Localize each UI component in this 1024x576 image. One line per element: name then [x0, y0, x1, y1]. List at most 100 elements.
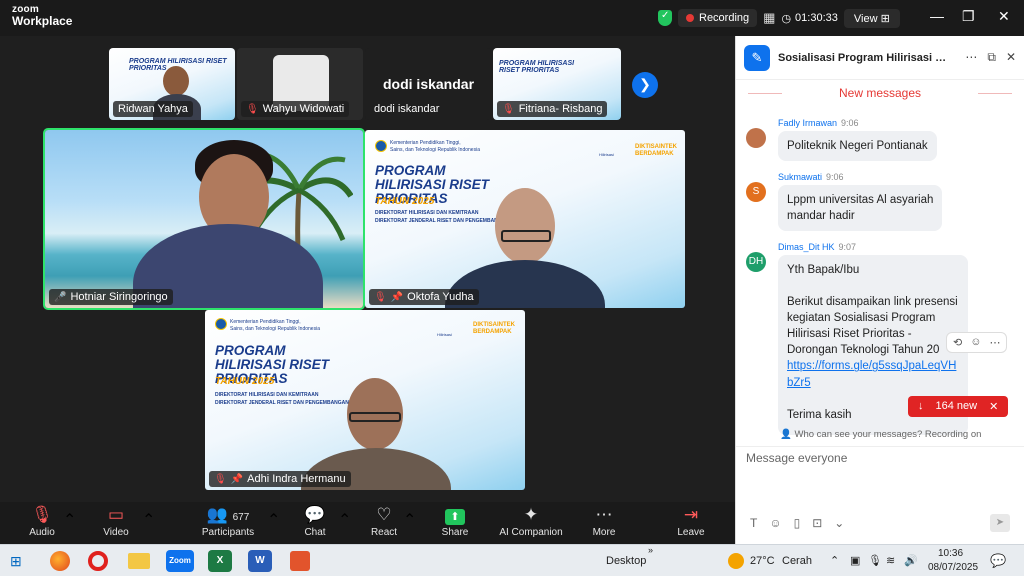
participant-name: Adhi Indra Hermanu: [247, 473, 346, 485]
minimize-icon[interactable]: —: [930, 8, 944, 24]
react-label: React: [370, 527, 398, 538]
presence-form-link-cont[interactable]: bZr5: [787, 377, 811, 389]
chat-title: Sosialisasi Program Hilirisasi Riset Pri…: [778, 51, 950, 64]
slide-subtitle-2: DIREKTORAT JENDERAL RISET DAN PENGEMBANG…: [215, 400, 349, 406]
excel-icon[interactable]: X: [208, 550, 232, 572]
audio-label: Audio: [29, 527, 55, 538]
leave-button[interactable]: ⇥ Leave: [677, 505, 705, 538]
compose-more-caret-icon[interactable]: ⌄: [834, 516, 844, 530]
pdf-reader-icon[interactable]: [290, 551, 310, 571]
zoom-logo: zoom Workplace: [12, 5, 72, 28]
file-icon[interactable]: ▯: [794, 516, 801, 530]
message-input[interactable]: Message everyone: [746, 451, 847, 465]
chat-label: Chat: [304, 527, 326, 538]
emoji-icon[interactable]: ☺: [769, 516, 781, 530]
participants-caret-icon[interactable]: ⌃: [267, 510, 280, 530]
tile-oktofa-yudha[interactable]: Kementerian Pendidikan Tinggi, Sains, da…: [365, 130, 685, 308]
thumb-nameplate: Ridwan Yahya: [113, 101, 193, 117]
sender-name[interactable]: Sukmawati: [778, 172, 822, 182]
more-label: More: [592, 527, 616, 538]
clock-time[interactable]: 10:36: [938, 548, 963, 559]
sender-name[interactable]: Dimas_Dit HK: [778, 242, 835, 252]
participant-name: Hotniar Siringoringo: [70, 291, 168, 303]
tray-microphone-icon[interactable]: 🎙: [868, 554, 882, 567]
pin-icon: 📌: [390, 291, 404, 303]
people-icon: 👤: [780, 429, 792, 440]
message-time: 9:06: [826, 172, 844, 182]
video-button[interactable]: ▭ Video: [100, 505, 132, 538]
show-hidden-icons-chevron-icon[interactable]: ⌃: [830, 554, 839, 567]
ministry-emblem-icon: [375, 140, 387, 152]
view-button[interactable]: View ⊞: [843, 8, 900, 28]
thumb-fitriana-risbang[interactable]: PROGRAM HILIRISASI RISET PRIORITAS 🎙 Fitr…: [493, 48, 621, 120]
desktop-toolbar[interactable]: Desktop: [606, 555, 646, 567]
share-label: Share: [441, 527, 469, 538]
sender-name[interactable]: Fadly Irmawan: [778, 118, 837, 128]
recording-indicator[interactable]: Recording: [678, 9, 758, 27]
clock-date[interactable]: 08/07/2025: [928, 562, 978, 573]
send-icon[interactable]: ➤: [990, 514, 1010, 532]
restore-icon[interactable]: ❐: [962, 8, 975, 25]
weather-temperature[interactable]: 27°C: [750, 555, 775, 567]
notifications-icon[interactable]: 💬: [990, 553, 1006, 569]
word-icon[interactable]: W: [248, 550, 272, 572]
tile-adhi-indra-hermanu[interactable]: Kementerian Pendidikan Tinggi, Sains, da…: [205, 310, 525, 490]
video-options-caret-icon[interactable]: ⌃: [142, 510, 155, 530]
share-button[interactable]: ⬆ Share: [440, 505, 470, 538]
compose-tools: T ☺ ▯ ⊡ ⌄: [750, 516, 844, 530]
slide-hilirisasi-logo-text: Hilirisasi: [599, 152, 614, 157]
close-chat-icon[interactable]: ✕: [1006, 50, 1016, 65]
presence-form-link[interactable]: https://forms.gle/g5ssqJpaLeqVH: [787, 360, 956, 372]
slide-org-line2: Sains, dan Teknologi Republik Indonesia: [390, 147, 480, 153]
participants-label: Participants: [201, 527, 255, 538]
chat-button[interactable]: 💬 Chat: [300, 505, 330, 538]
encryption-shield-icon[interactable]: [658, 10, 672, 26]
audio-options-caret-icon[interactable]: ⌃: [63, 510, 76, 530]
message-bubble[interactable]: Politeknik Negeri Pontianak: [778, 131, 937, 162]
slide-brand-line2: BERDAMPAK: [473, 329, 512, 335]
message-more-icon[interactable]: ⋯: [989, 336, 1000, 349]
participants-button[interactable]: 👥 677 Participants: [200, 505, 256, 538]
weather-description[interactable]: Cerah: [782, 555, 812, 567]
message-text-line4: Hilirisasi Riset Prioritas -: [787, 328, 912, 341]
thumb-ridwan-yahya[interactable]: PROGRAM HILIRISASI RISET PRIORITAS Ridwa…: [109, 48, 235, 120]
react-button[interactable]: ♡ React: [368, 505, 400, 538]
timer-value: 01:30:33: [795, 12, 838, 24]
grid-icon[interactable]: ▦: [763, 10, 775, 26]
tray-display-icon[interactable]: ▣: [850, 554, 860, 567]
mic-icon: 🎤: [54, 291, 67, 303]
next-page-arrow-icon[interactable]: ❯: [632, 72, 658, 98]
audio-button[interactable]: 🎙 Audio: [26, 505, 58, 538]
message-text-line2: Berikut disampaikan link presensi: [787, 296, 958, 309]
who-can-see-notice[interactable]: 👤 Who can see your messages? Recording o…: [780, 429, 981, 440]
close-icon[interactable]: ✕: [998, 8, 1010, 25]
message-text-line1: Lppm universitas Al asyariah: [787, 194, 934, 206]
participant-name: dodi iskandar: [374, 103, 440, 115]
file-explorer-icon[interactable]: [128, 553, 150, 569]
pop-out-icon[interactable]: ⧉: [987, 50, 996, 65]
firefox-icon[interactable]: [50, 551, 70, 571]
more-button[interactable]: ⋯ More: [590, 505, 618, 538]
zoom-taskbar-icon[interactable]: Zoom: [166, 550, 194, 572]
windows-start-icon[interactable]: ⊞: [10, 553, 22, 570]
react-caret-icon[interactable]: ⌃: [403, 510, 416, 530]
recording-dot-icon: [686, 14, 694, 22]
format-text-icon[interactable]: T: [750, 516, 757, 530]
ai-companion-button[interactable]: ✦ AI Companion: [498, 505, 564, 538]
chat-caret-icon[interactable]: ⌃: [338, 510, 351, 530]
emoji-react-icon[interactable]: ☺: [970, 336, 981, 349]
message-bubble[interactable]: Lppm universitas Al asyariah mandar hadi…: [778, 185, 943, 232]
wifi-icon[interactable]: ≋: [886, 554, 895, 567]
chat-more-icon[interactable]: ⋯: [965, 50, 977, 65]
screenshot-icon[interactable]: ⊡: [812, 516, 822, 530]
tile-nameplate: 🎤 Hotniar Siringoringo: [49, 289, 173, 305]
toolbar-expand-icon[interactable]: »: [648, 545, 653, 555]
dismiss-badge-icon[interactable]: ✕: [989, 400, 998, 413]
thumb-wahyu-widowati[interactable]: 🎙 Wahyu Widowati: [237, 48, 363, 120]
pin-icon: 📌: [230, 473, 244, 485]
reply-icon[interactable]: ⟲: [953, 336, 962, 349]
opera-icon[interactable]: [88, 551, 108, 571]
tile-hotniar-siringoringo[interactable]: 🎤 Hotniar Siringoringo: [43, 128, 365, 310]
volume-icon[interactable]: 🔊: [904, 554, 918, 567]
new-messages-badge[interactable]: ↓ 164 new ✕: [908, 396, 1009, 417]
